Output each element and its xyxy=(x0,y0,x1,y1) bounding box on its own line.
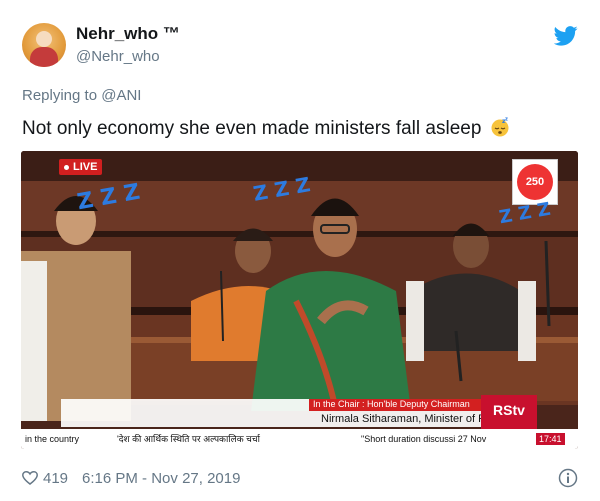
like-count: 419 xyxy=(43,470,69,487)
ticker-right: "Short duration discussi 27 Nov xyxy=(361,434,487,444)
avatar-face xyxy=(36,31,52,47)
live-badge: LIVE xyxy=(59,159,103,175)
twitter-icon[interactable] xyxy=(554,26,578,46)
ticker-hindi: 'देश की आर्थिक स्थिति पर अल्पकालिक चर्चा xyxy=(117,434,260,444)
rajya-sabha-250-logo: 250 xyxy=(512,159,558,205)
logo-250-text: 250 xyxy=(517,164,553,200)
news-ticker: in the country 'देश की आर्थिक स्थिति पर … xyxy=(21,429,578,449)
sleepy-emoji-icon: z z xyxy=(491,117,509,137)
reply-context: Replying to @ANI xyxy=(22,87,141,104)
rstv-logo: RStv xyxy=(481,395,537,429)
reply-prefix: Replying to xyxy=(22,87,102,104)
avatar-body xyxy=(30,47,58,67)
ticker-left: in the country xyxy=(25,434,80,444)
tweet-footer: 419 6:16 PM - Nov 27, 2019 xyxy=(22,470,240,487)
avatar[interactable] xyxy=(22,23,66,67)
reply-mention-link[interactable]: @ANI xyxy=(101,87,141,104)
video-frame[interactable]: LIVE 250 Z Z Z Z Z Z Z Z Z In the Chair … xyxy=(21,151,578,449)
tweet-text: Not only economy she even made ministers… xyxy=(22,117,510,140)
display-name[interactable]: Nehr_who ™ xyxy=(76,24,180,44)
user-handle[interactable]: @Nehr_who xyxy=(76,48,160,65)
tweet-text-body: Not only economy she even made ministers… xyxy=(22,118,482,139)
ticker-time: 17:41 xyxy=(536,433,565,445)
tweet-card: Nehr_who ™ @Nehr_who Replying to @ANI No… xyxy=(0,0,600,501)
chair-caption: In the Chair : Hon'ble Deputy Chairman xyxy=(313,399,470,409)
svg-text:z: z xyxy=(505,117,508,123)
heart-icon[interactable] xyxy=(22,471,38,485)
info-icon[interactable] xyxy=(558,468,578,488)
tweet-timestamp[interactable]: 6:16 PM - Nov 27, 2019 xyxy=(82,470,240,487)
